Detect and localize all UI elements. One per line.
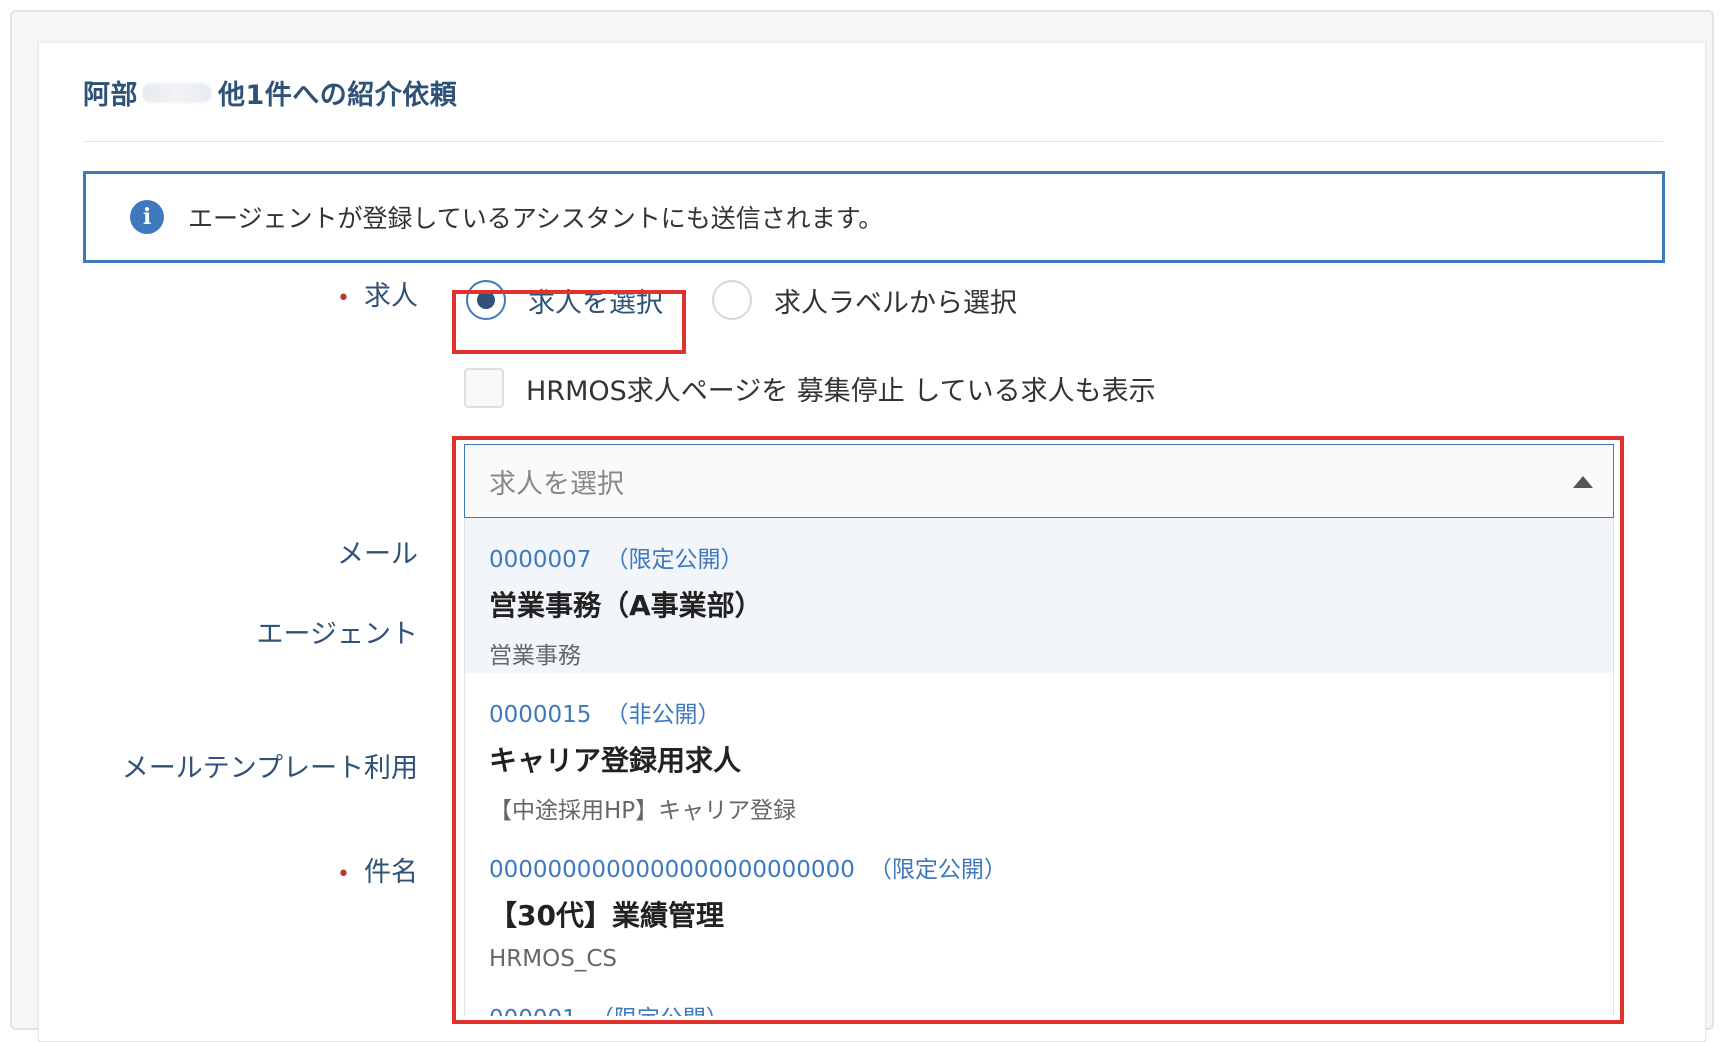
- info-icon: i: [130, 200, 164, 234]
- checkbox-icon[interactable]: [464, 368, 504, 408]
- required-marker: •: [337, 862, 350, 887]
- highlight-box-radio: [452, 290, 686, 354]
- page-title: 阿部 他1件への紹介依頼: [83, 73, 457, 112]
- radio-label[interactable]: 求人ラベルから選択: [774, 281, 1017, 320]
- required-marker: •: [337, 286, 350, 311]
- title-divider: [83, 141, 1663, 142]
- blurred-name: [142, 82, 212, 103]
- label-mail-template: メールテンプレート利用: [121, 753, 418, 784]
- checkbox-label[interactable]: HRMOS求人ページを 募集停止 している求人も表示: [526, 369, 1156, 408]
- highlight-box-dropdown: [452, 436, 1624, 1024]
- info-notice: i エージェントが登録しているアシスタントにも送信されます。: [83, 171, 1665, 263]
- radio-unselected-icon[interactable]: [712, 280, 752, 320]
- label-subject: • 件名: [337, 857, 418, 888]
- title-prefix: 阿部: [83, 80, 138, 111]
- checkbox-show-stopped[interactable]: HRMOS求人ページを 募集停止 している求人も表示: [464, 368, 1156, 408]
- title-suffix: 他1件への紹介依頼: [218, 80, 458, 111]
- radio-select-by-label[interactable]: 求人ラベルから選択: [712, 280, 1017, 320]
- label-job: • 求人: [337, 281, 418, 312]
- label-mail: メール: [337, 539, 418, 570]
- label-agent: エージェント: [256, 619, 418, 650]
- info-text: エージェントが登録しているアシスタントにも送信されます。: [188, 204, 884, 233]
